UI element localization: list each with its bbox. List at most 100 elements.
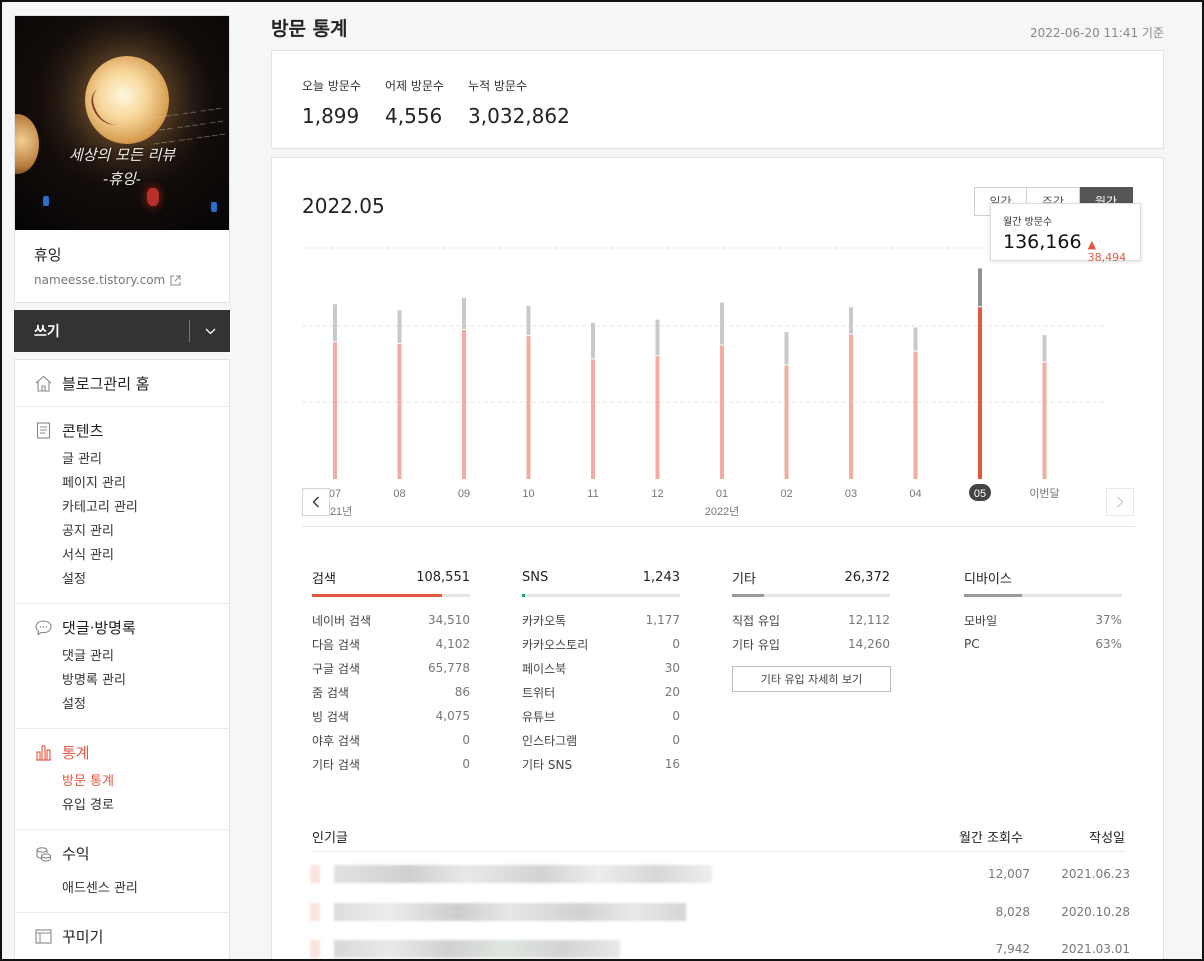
other-title: 기타 xyxy=(732,571,756,587)
write-button[interactable]: 쓰기 xyxy=(14,310,189,352)
x-tick-label: 10 xyxy=(522,488,534,500)
write-bar: 쓰기 xyxy=(14,310,230,352)
chart-next-button[interactable] xyxy=(1106,488,1134,516)
menu-decorate[interactable]: 꾸미기 xyxy=(15,925,229,947)
layout-icon xyxy=(35,928,52,944)
source-value: 0 xyxy=(462,733,470,747)
menu-home[interactable]: 블로그관리 홈 xyxy=(15,372,229,394)
post-date: 2020.10.28 xyxy=(1061,905,1130,919)
document-icon xyxy=(36,421,51,439)
bar-segment-11-top xyxy=(591,322,595,359)
yesterday-visits: 어제 방문수 4,556 xyxy=(385,77,444,148)
menu-visit-stats[interactable]: 방문 통계 xyxy=(15,767,229,791)
image-caption-line2: -휴잉- xyxy=(103,170,141,188)
bar-segment-08-top xyxy=(397,310,402,343)
bar-segment-12-top xyxy=(655,319,660,356)
menu-revenue[interactable]: 수익 xyxy=(15,842,229,864)
menu-contents-label: 콘텐츠 xyxy=(62,421,104,440)
x-tick-label: 이번달 xyxy=(1029,487,1059,500)
device-source-row: PC 63% xyxy=(964,632,1122,656)
source-sns: SNS 1,243 카카오톡 1,177 카카오스토리 0 페이스북 30 트위터 20 유튜브… xyxy=(522,565,680,776)
search-source-row: 기타 검색 0 xyxy=(312,752,470,776)
sns-progress-bar xyxy=(522,594,680,597)
post-date: 2021.06.23 xyxy=(1061,867,1130,881)
device-rows: 모바일 37% PC 63% xyxy=(964,608,1122,656)
profile-info: 휴잉 nameesse.tistory.com xyxy=(15,230,229,302)
sns-source-row: 카카오스토리 0 xyxy=(522,632,680,656)
source-name: 네이버 검색 xyxy=(312,613,372,628)
yesterday-visits-label: 어제 방문수 xyxy=(385,79,445,93)
source-name: 줌 검색 xyxy=(312,685,349,700)
menu-adsense-manage[interactable]: 애드센스 관리 xyxy=(15,874,229,898)
external-link-icon xyxy=(170,275,181,285)
popular-posts-header: 인기글 월간 조회수 작성일 xyxy=(312,822,1125,852)
source-value: 0 xyxy=(462,757,470,771)
menu-contents[interactable]: 콘텐츠 xyxy=(15,419,229,441)
other-progress-bar xyxy=(732,594,890,597)
popular-col-title: 인기글 xyxy=(312,831,348,846)
menu-section-decorate: 꾸미기 xyxy=(15,913,229,961)
menu-comments-settings[interactable]: 설정 xyxy=(15,690,229,714)
sns-source-row: 기타 SNS 16 xyxy=(522,752,680,776)
menu-post-manage[interactable]: 글 관리 xyxy=(15,445,229,469)
tooltip-delta-value: 38,494 xyxy=(1087,251,1127,264)
menu-referrer[interactable]: 유입 경로 xyxy=(15,791,229,815)
coins-icon xyxy=(36,846,52,862)
total-visits-label: 누적 방문수 xyxy=(468,79,528,93)
today-visits-label: 오늘 방문수 xyxy=(302,79,362,93)
blurred-post-title xyxy=(308,934,932,961)
menu-home-label: 블로그관리 홈 xyxy=(62,374,150,393)
bar-07 xyxy=(333,342,337,479)
popular-post-row[interactable]: 12,007 2021.06.23 xyxy=(308,855,1130,893)
total-visits: 누적 방문수 3,032,862 xyxy=(468,77,570,148)
year-label: 2022년 xyxy=(705,505,740,518)
menu-guestbook-manage[interactable]: 방명록 관리 xyxy=(15,666,229,690)
menu-comments[interactable]: 댓글·방명록 xyxy=(15,616,229,638)
popular-post-row[interactable]: 8,028 2020.10.28 xyxy=(308,893,1130,931)
sns-source-row: 인스타그램 0 xyxy=(522,728,680,752)
blog-url-link[interactable]: nameesse.tistory.com xyxy=(34,273,210,287)
menu-contents-settings[interactable]: 설정 xyxy=(15,565,229,589)
bar-segment-07-top xyxy=(333,304,337,342)
other-source-row: 직접 유입 12,112 xyxy=(732,608,890,632)
sns-source-row: 트위터 20 xyxy=(522,680,680,704)
source-other: 기타 26,372 직접 유입 12,112 기타 유입 14,260 기타 유입 자… xyxy=(732,565,891,692)
bar-segment-이번달-top xyxy=(1042,335,1047,362)
blog-profile-image[interactable]: ~~~~ ~~ ~~~ ~~ ~~~~ ~~ ~~~ ~~ ~~~~ 세상의 모든 … xyxy=(15,16,229,230)
bar-11 xyxy=(591,359,595,479)
source-name: 카카오스토리 xyxy=(522,637,589,652)
popular-col-date: 작성일 xyxy=(1089,831,1125,846)
blog-name[interactable]: 휴잉 xyxy=(34,244,210,265)
menu-template-manage[interactable]: 서식 관리 xyxy=(15,541,229,565)
sns-source-row: 페이스북 30 xyxy=(522,656,680,680)
source-value: 12,112 xyxy=(848,613,890,627)
source-value: 86 xyxy=(454,685,470,699)
menu-category-manage[interactable]: 카테고리 관리 xyxy=(15,493,229,517)
source-value: 16 xyxy=(664,757,680,771)
menu-notice-manage[interactable]: 공지 관리 xyxy=(15,517,229,541)
source-name: 직접 유입 xyxy=(732,613,780,628)
other-progress-fill xyxy=(732,594,764,597)
search-source-row: 야후 검색 0 xyxy=(312,728,470,752)
menu-stats-label: 통계 xyxy=(62,743,90,762)
popular-post-row[interactable]: 7,942 2021.03.01 xyxy=(308,930,1130,961)
source-name: 카카오톡 xyxy=(522,613,567,628)
chevron-left-icon xyxy=(312,496,319,508)
write-dropdown-button[interactable] xyxy=(190,310,230,352)
blurred-post-title xyxy=(308,897,932,927)
menu-comment-manage[interactable]: 댓글 관리 xyxy=(15,642,229,666)
other-detail-button[interactable]: 기타 유입 자세히 보기 xyxy=(732,666,891,692)
source-value: 65,778 xyxy=(428,661,470,675)
menu-page-manage[interactable]: 페이지 관리 xyxy=(15,469,229,493)
post-date: 2021.03.01 xyxy=(1061,942,1130,956)
menu-revenue-label: 수익 xyxy=(62,844,90,863)
search-source-row: 구글 검색 65,778 xyxy=(312,656,470,680)
menu-section-contents: 콘텐츠 글 관리 페이지 관리 카테고리 관리 공지 관리 서식 관리 설정 xyxy=(15,407,229,604)
menu-stats[interactable]: 통계 xyxy=(15,741,229,763)
post-monthly-views: 8,028 xyxy=(995,905,1030,919)
device-progress-fill xyxy=(964,594,1023,597)
source-value: 1,177 xyxy=(645,613,680,627)
visit-summary: 오늘 방문수 1,899 어제 방문수 4,556 누적 방문수 3,032,8… xyxy=(271,50,1164,149)
popular-col-views: 월간 조회수 xyxy=(959,831,1023,846)
chart-prev-button[interactable] xyxy=(302,488,330,516)
